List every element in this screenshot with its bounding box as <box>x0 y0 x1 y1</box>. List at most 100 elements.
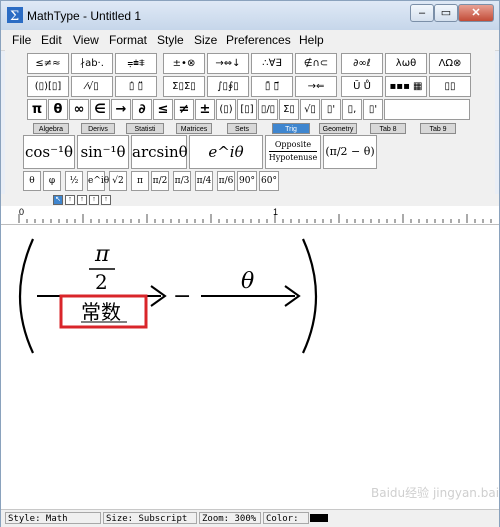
tab-sets[interactable]: Sets <box>227 123 257 134</box>
status-color-swatch[interactable] <box>310 514 328 522</box>
superscript-button[interactable]: ▯' <box>321 99 341 120</box>
menu-view[interactable]: View <box>73 33 99 47</box>
small-theta-button[interactable]: θ <box>23 171 41 191</box>
left-paren <box>18 238 35 354</box>
minus-sign: − <box>173 284 191 309</box>
pi-button[interactable]: π <box>27 99 47 120</box>
products-palette[interactable]: Ū Ů <box>341 76 383 97</box>
tab-geometry[interactable]: Geometry <box>319 123 357 134</box>
nav-up-icon[interactable]: ↑ <box>65 195 75 205</box>
misc-palette[interactable]: ∂∞ℓ <box>341 53 383 74</box>
small-90deg-button[interactable]: 90° <box>237 171 257 191</box>
plus-minus-button[interactable]: ± <box>195 99 215 120</box>
small-pi-4-button[interactable]: π/4 <box>195 171 213 191</box>
menu-help[interactable]: Help <box>299 33 324 47</box>
opposite-label: Opposite <box>269 139 317 152</box>
right-paren <box>301 238 318 354</box>
complement-angle-template[interactable]: (π/2 − θ) <box>323 135 377 169</box>
ruler: 0 1 <box>1 206 499 225</box>
minimize-button[interactable]: – <box>410 4 434 22</box>
mathtype-app-icon: Σ <box>7 7 23 23</box>
spaces-palette[interactable]: ∤ab·. <box>71 53 113 74</box>
integrals-palette[interactable]: ∫▯∮▯ <box>207 76 249 97</box>
operators-palette[interactable]: ±•⊗ <box>163 53 205 74</box>
infinity-button[interactable]: ∞ <box>69 99 89 120</box>
tab-8[interactable]: Tab 8 <box>370 123 406 134</box>
less-equal-button[interactable]: ≤ <box>153 99 173 120</box>
tab-trig[interactable]: Trig <box>272 123 310 134</box>
svg-text:Σ: Σ <box>10 9 19 23</box>
small-pi-button[interactable]: π <box>131 171 149 191</box>
sums-palette[interactable]: Σ▯Σ▯ <box>163 76 205 97</box>
small-60deg-button[interactable]: 60° <box>259 171 279 191</box>
menu-edit[interactable]: Edit <box>41 33 62 47</box>
nav-select-icon[interactable]: ↖ <box>53 195 63 205</box>
partial-button[interactable]: ∂ <box>132 99 152 120</box>
tab-algebra[interactable]: Algebra <box>33 123 69 134</box>
hypotenuse-label: Hypotenuse <box>268 153 318 162</box>
nav-up2-icon[interactable]: ↑ <box>77 195 87 205</box>
fences-palette[interactable]: (▯)[▯] <box>27 76 69 97</box>
mathtype-window: Σ MathType - Untitled 1 – ▭ ✕ File Edit … <box>0 0 500 527</box>
brackets-button[interactable]: [▯] <box>237 99 257 120</box>
small-pi-2-button[interactable]: π/2 <box>151 171 169 191</box>
arccos-template[interactable]: cos⁻¹θ <box>23 135 75 169</box>
arcsin-inverse-template[interactable]: sin⁻¹θ <box>77 135 129 169</box>
parentheses-button[interactable]: (▯) <box>216 99 236 120</box>
menu-style[interactable]: Style <box>157 33 184 47</box>
menu-size[interactable]: Size <box>194 33 217 47</box>
element-of-button[interactable]: ∈ <box>90 99 110 120</box>
embellishments-palette[interactable]: ⩦⩧⩨ <box>115 53 157 74</box>
sets-palette[interactable]: ∉∩⊂ <box>295 53 337 74</box>
theta-button[interactable]: θ <box>48 99 68 120</box>
maximize-button[interactable]: ▭ <box>434 4 458 22</box>
sum-button[interactable]: Σ▯ <box>279 99 299 120</box>
small-exp-button[interactable]: e^iθ <box>87 171 109 191</box>
matrices-palette[interactable]: ▪▪▪ ▦ <box>385 76 427 97</box>
empty-palette-slot[interactable] <box>384 99 470 120</box>
equation-editor-area[interactable]: π 2 − θ 常数 Baidu经验 jingyan.baidu.com <box>1 225 499 509</box>
subscript-button[interactable]: ▯, <box>342 99 362 120</box>
greek-upper-palette[interactable]: ΛΩ⊗ <box>429 53 471 74</box>
menu-preferences[interactable]: Preferences <box>226 33 291 47</box>
sqrt-button[interactable]: √▯ <box>300 99 320 120</box>
tab-matrices[interactable]: Matrices <box>176 123 212 134</box>
not-equal-button[interactable]: ≠ <box>174 99 194 120</box>
small-half-button[interactable]: ½ <box>65 171 83 191</box>
trig-templates: cos⁻¹θ sin⁻¹θ arcsinθ e^iθ Opposite Hypo… <box>23 135 461 169</box>
status-bar: Style: Math Size: Subscript Zoom: 300% C… <box>1 509 499 527</box>
tab-statistics[interactable]: Statisti <box>126 123 164 134</box>
fraction-button[interactable]: ▯/▯ <box>258 99 278 120</box>
title-bar: Σ MathType - Untitled 1 – ▭ ✕ <box>1 1 499 30</box>
right-arrow-button[interactable]: → <box>111 99 131 120</box>
tab-9[interactable]: Tab 9 <box>420 123 456 134</box>
nav-up4-icon[interactable]: ↑ <box>101 195 111 205</box>
status-size: Size: Subscript <box>103 512 197 524</box>
trig-small-symbols: θ φ ½ e^iθ √2 π π/2 π/3 π/4 π/6 90° 60° <box>23 171 463 193</box>
nav-up3-icon[interactable]: ↑ <box>89 195 99 205</box>
relations-palette[interactable]: ≤≠≈ <box>27 53 69 74</box>
small-sqrt2-button[interactable]: √2 <box>109 171 127 191</box>
greek-lower-palette[interactable]: λωθ <box>385 53 427 74</box>
fractions-palette[interactable]: ⁄√▯ <box>71 76 113 97</box>
arrows-palette[interactable]: →⇔↓ <box>207 53 249 74</box>
small-pi-3-button[interactable]: π/3 <box>173 171 191 191</box>
menu-file[interactable]: File <box>12 33 31 47</box>
boxes-palette[interactable]: ▯▯ <box>429 76 471 97</box>
window-title: MathType - Untitled 1 <box>27 9 142 23</box>
scripts-palette[interactable]: ▯̇ ▯̈ <box>115 76 157 97</box>
menu-format[interactable]: Format <box>109 33 147 47</box>
opposite-over-hypotenuse-template[interactable]: Opposite Hypotenuse <box>265 135 321 169</box>
logic-palette[interactable]: ∴∀∃ <box>251 53 293 74</box>
close-button[interactable]: ✕ <box>458 4 494 22</box>
small-phi-button[interactable]: φ <box>43 171 61 191</box>
menu-bar: File Edit View Format Style Size Prefere… <box>1 30 499 51</box>
small-pi-6-button[interactable]: π/6 <box>217 171 235 191</box>
bars-palette[interactable]: ▯̄ ▯⃗ <box>251 76 293 97</box>
tab-derivs[interactable]: Derivs <box>81 123 115 134</box>
arcsin-template[interactable]: arcsinθ <box>131 135 188 169</box>
labeled-arrows-palette[interactable]: →⇐ <box>295 76 337 97</box>
prime-button[interactable]: ▯' <box>363 99 383 120</box>
euler-template[interactable]: e^iθ <box>189 135 263 169</box>
two-denominator: 2 <box>95 270 108 294</box>
